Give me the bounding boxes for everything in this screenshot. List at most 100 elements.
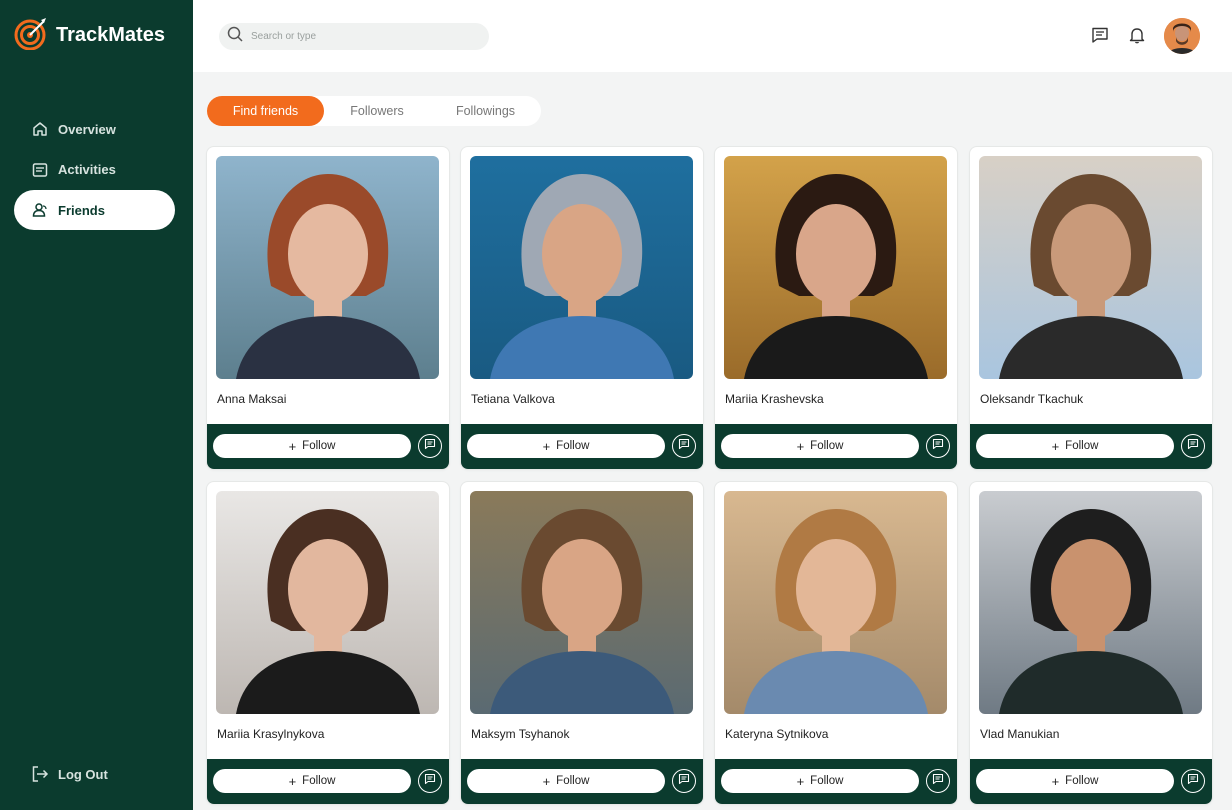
follow-button[interactable]: + Follow	[467, 769, 665, 793]
profile-photo[interactable]	[724, 156, 947, 379]
profile-photo[interactable]	[216, 156, 439, 379]
message-button[interactable]	[926, 769, 950, 793]
chat-icon	[424, 437, 436, 455]
friend-name: Tetiana Valkova	[471, 392, 555, 406]
friend-name: Oleksandr Tkachuk	[980, 392, 1084, 406]
friend-name: Vlad Manukian	[980, 727, 1060, 741]
app-logo[interactable]: TrackMates	[14, 16, 165, 51]
friend-name: Mariia Krashevska	[725, 392, 824, 406]
profile-photo[interactable]	[470, 491, 693, 714]
friend-card: Anna Maksai + Follow	[207, 147, 449, 469]
follow-button[interactable]: + Follow	[213, 434, 411, 458]
message-button[interactable]	[1181, 434, 1205, 458]
search-bar[interactable]	[219, 23, 489, 50]
follow-button[interactable]: + Follow	[721, 434, 919, 458]
plus-icon: +	[288, 773, 297, 789]
plus-icon: +	[542, 438, 551, 454]
plus-icon: +	[1051, 438, 1060, 454]
chat-icon	[678, 437, 690, 455]
friend-card: Mariia Krashevska + Follow	[715, 147, 957, 469]
sidebar-item-overview[interactable]: Overview	[14, 109, 175, 149]
card-actions: + Follow	[715, 424, 957, 469]
chat-icon	[1187, 772, 1199, 790]
app-name: TrackMates	[56, 23, 165, 46]
home-icon	[31, 120, 49, 138]
search-input[interactable]	[251, 31, 451, 42]
profile-photo[interactable]	[979, 491, 1202, 714]
message-button[interactable]	[1181, 769, 1205, 793]
friend-card: Oleksandr Tkachuk + Follow	[970, 147, 1212, 469]
message-button[interactable]	[672, 769, 696, 793]
list-icon	[31, 161, 49, 179]
card-actions: + Follow	[715, 759, 957, 804]
follow-label: Follow	[1065, 775, 1099, 787]
friend-card: Tetiana Valkova + Follow	[461, 147, 703, 469]
friend-name: Kateryna Sytnikova	[725, 727, 829, 741]
profile-photo[interactable]	[470, 156, 693, 379]
target-logo-icon	[14, 16, 48, 51]
friends-tabs: Find friends Followers Followings	[207, 96, 541, 126]
logout-icon	[31, 765, 49, 783]
plus-icon: +	[796, 438, 805, 454]
tab-followers[interactable]: Followers	[324, 96, 430, 126]
message-button[interactable]	[926, 434, 950, 458]
follow-button[interactable]: + Follow	[976, 769, 1174, 793]
follow-label: Follow	[810, 775, 844, 787]
follow-button[interactable]: + Follow	[467, 434, 665, 458]
sidebar-item-activities[interactable]: Activities	[14, 150, 175, 190]
follow-button[interactable]: + Follow	[976, 434, 1174, 458]
friend-card: Vlad Manukian + Follow	[970, 482, 1212, 804]
follow-label: Follow	[302, 775, 336, 787]
message-button[interactable]	[418, 769, 442, 793]
card-actions: + Follow	[461, 424, 703, 469]
card-actions: + Follow	[970, 424, 1212, 469]
follow-label: Follow	[556, 775, 590, 787]
card-actions: + Follow	[207, 424, 449, 469]
chat-icon	[932, 437, 944, 455]
plus-icon: +	[796, 773, 805, 789]
friend-card: Maksym Tsyhanok + Follow	[461, 482, 703, 804]
logout-label: Log Out	[58, 766, 108, 782]
friend-name: Anna Maksai	[217, 392, 287, 406]
follow-label: Follow	[1065, 440, 1099, 452]
friend-card: Mariia Krasylnykova + Follow	[207, 482, 449, 804]
message-button[interactable]	[672, 434, 696, 458]
chat-icon	[932, 772, 944, 790]
follow-label: Follow	[556, 440, 590, 452]
follow-label: Follow	[810, 440, 844, 452]
message-button[interactable]	[418, 434, 442, 458]
follow-label: Follow	[302, 440, 336, 452]
sidebar-item-friends[interactable]: Friends	[14, 190, 175, 230]
sidebar: TrackMates Overview Activities Friends L…	[0, 0, 193, 810]
friend-card: Kateryna Sytnikova + Follow	[715, 482, 957, 804]
chat-icon	[424, 772, 436, 790]
profile-photo[interactable]	[979, 156, 1202, 379]
plus-icon: +	[542, 773, 551, 789]
logout-button[interactable]: Log Out	[31, 765, 108, 783]
sidebar-item-label: Activities	[58, 162, 116, 177]
friends-icon	[31, 201, 49, 219]
messages-icon[interactable]	[1091, 26, 1111, 46]
profile-photo[interactable]	[216, 491, 439, 714]
sidebar-item-label: Friends	[58, 202, 105, 218]
plus-icon: +	[288, 438, 297, 454]
friend-name: Maksym Tsyhanok	[471, 727, 570, 741]
plus-icon: +	[1051, 773, 1060, 789]
card-actions: + Follow	[461, 759, 703, 804]
sidebar-item-label: Overview	[58, 121, 116, 137]
user-avatar[interactable]	[1164, 18, 1200, 54]
tab-followings[interactable]: Followings	[430, 96, 541, 126]
top-header	[193, 0, 1232, 72]
tab-find-friends[interactable]: Find friends	[207, 96, 324, 126]
card-actions: + Follow	[207, 759, 449, 804]
search-icon	[227, 26, 243, 47]
chat-icon	[1187, 437, 1199, 455]
friend-name: Mariia Krasylnykova	[217, 727, 325, 741]
chat-icon	[678, 772, 690, 790]
follow-button[interactable]: + Follow	[721, 769, 919, 793]
profile-photo[interactable]	[724, 491, 947, 714]
bell-icon[interactable]	[1128, 26, 1148, 46]
card-actions: + Follow	[970, 759, 1212, 804]
sidebar-nav: Overview Activities Friends	[14, 109, 175, 231]
follow-button[interactable]: + Follow	[213, 769, 411, 793]
